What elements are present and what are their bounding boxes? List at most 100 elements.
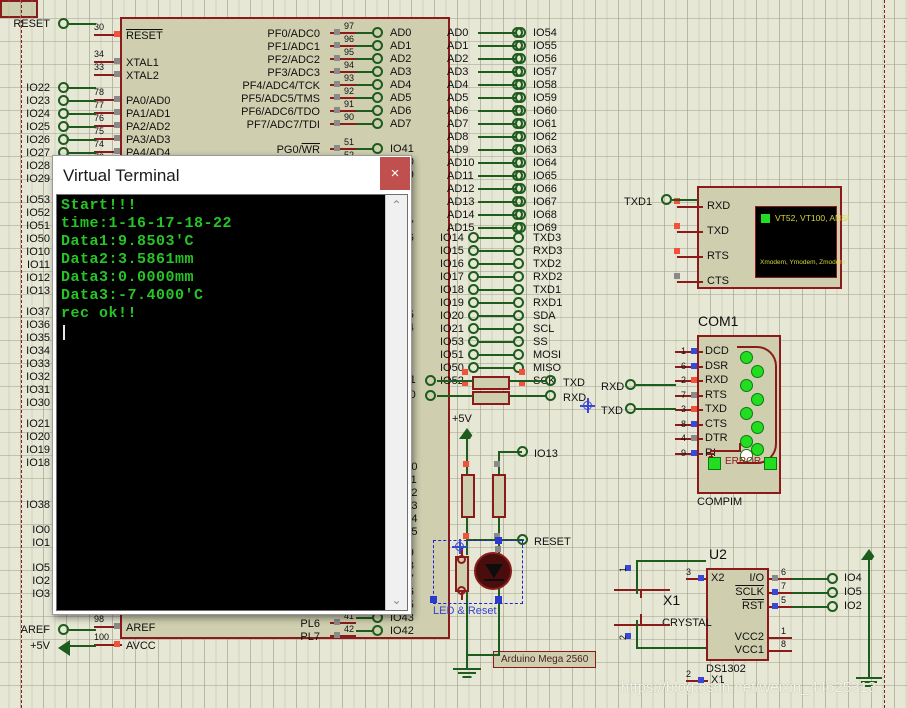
virtual-terminal-titlebar[interactable]: Virtual Terminal × (53, 156, 411, 194)
net-terminal-u2[interactable] (827, 573, 838, 584)
net-terminal-col-a[interactable] (372, 79, 383, 90)
net-terminal-col-a[interactable] (372, 40, 383, 51)
net-terminal-txd-mid[interactable] (545, 375, 556, 386)
net-terminal-left[interactable] (58, 121, 69, 132)
sel-handle-tr[interactable] (495, 537, 502, 544)
com1-pin-pad (691, 377, 697, 383)
net-terminal-col-c[interactable] (515, 92, 526, 103)
net-terminal-serial-right[interactable] (513, 232, 524, 243)
net-terminal-col-c[interactable] (515, 144, 526, 155)
sel-handle-bl[interactable] (430, 596, 437, 603)
net-terminal-col-c[interactable] (515, 79, 526, 90)
net-terminal-serial-left[interactable] (468, 349, 479, 360)
schematic-canvas[interactable]: 30 RESET 34 XTAL1 33 XTAL2 78 PA0/AD0 77 PA1/AD1 7… (0, 0, 907, 708)
net-terminal-col-c[interactable] (515, 183, 526, 194)
net-terminal-col-a[interactable] (372, 105, 383, 116)
sel-handle-br[interactable] (495, 596, 502, 603)
resistor-rxd[interactable] (472, 391, 510, 405)
net-label-serial-left: IO51 (440, 349, 464, 361)
net-terminal-col-c[interactable] (515, 105, 526, 116)
net-label-serial-left: IO18 (440, 284, 464, 296)
net-terminal-col-c[interactable] (515, 118, 526, 129)
net-terminal-col-a[interactable] (372, 53, 383, 64)
net-wire-col-c (499, 110, 516, 112)
net-terminal-col-c[interactable] (515, 27, 526, 38)
net-terminal-left[interactable] (58, 624, 69, 635)
net-terminal-col-c[interactable] (515, 209, 526, 220)
net-wire-serial (479, 263, 514, 265)
net-terminal-col-a[interactable] (372, 66, 383, 77)
net-label-serial-left: IO50 (440, 362, 464, 374)
vt-pin-label: CTS (707, 275, 729, 287)
net-terminal-col-c[interactable] (515, 53, 526, 64)
net-terminal-left[interactable] (58, 108, 69, 119)
net-terminal-serial-right[interactable] (513, 336, 524, 347)
net-label-col-c: IO55 (533, 40, 557, 52)
net-terminal-serial-right[interactable] (513, 297, 524, 308)
net-terminal-serial-right[interactable] (513, 271, 524, 282)
net-terminal-left[interactable] (58, 95, 69, 106)
net-terminal-col-c[interactable] (515, 196, 526, 207)
net-terminal-serial-left[interactable] (468, 232, 479, 243)
net-terminal-col-a[interactable] (372, 625, 383, 636)
net-terminal-serial-left[interactable] (468, 362, 479, 373)
net-terminal-io1b[interactable] (425, 375, 436, 386)
net-label-col-b: AD2 (447, 53, 469, 65)
net-terminal-serial-left[interactable] (468, 323, 479, 334)
net-terminal-serial-left[interactable] (468, 284, 479, 295)
net-wire-left (69, 23, 96, 25)
net-terminal-serial-left[interactable] (468, 271, 479, 282)
net-terminal-col-c[interactable] (515, 157, 526, 168)
net-terminal-serial-left[interactable] (468, 310, 479, 321)
net-terminal-serial-left[interactable] (468, 297, 479, 308)
chevron-up-icon[interactable]: ⌃ (386, 195, 407, 215)
net-terminal-serial-right[interactable] (513, 349, 524, 360)
net-label-left: IO52 (26, 207, 50, 219)
net-terminal-u2[interactable] (827, 587, 838, 598)
terminal-body[interactable]: Start!!! time:1-16-17-18-22 Data1:9.8503'C… (56, 194, 408, 611)
net-terminal-serial-right[interactable] (513, 310, 524, 321)
net-terminal-io13[interactable] (517, 446, 528, 457)
net-label-col-c: IO61 (533, 118, 557, 130)
net-terminal-serial-left[interactable] (468, 245, 479, 256)
net-terminal-rxd-com[interactable] (625, 379, 636, 390)
net-terminal-left[interactable] (58, 18, 69, 29)
net-terminal-col-c[interactable] (515, 170, 526, 181)
net-wire-col-c (499, 45, 516, 47)
resistor-txd[interactable] (472, 376, 510, 390)
terminal-output[interactable]: Start!!! time:1-16-17-18-22 Data1:9.8503'C… (57, 195, 386, 610)
net-terminal-txd1[interactable] (661, 194, 672, 205)
net-terminal-serial-left[interactable] (468, 336, 479, 347)
net-terminal-col-a[interactable] (372, 143, 383, 154)
com1-compim-device[interactable]: ERROR DCD1DSR6RXD2RTS7TXD3CTS8DTR4RI9 (675, 335, 781, 494)
net-terminal-col-a[interactable] (372, 27, 383, 38)
virtual-terminal-device[interactable]: VT52, VT100, ANSI Xmodem, Ymodem, Zmodem… (674, 186, 849, 289)
terminal-scrollbar[interactable]: ⌃ ⌄ (385, 195, 407, 610)
net-terminal-col-a[interactable] (372, 118, 383, 129)
virtual-terminal-window[interactable]: Virtual Terminal × Start!!! time:1-16-17-… (52, 155, 412, 615)
net-terminal-serial-right[interactable] (513, 284, 524, 295)
net-terminal-u2[interactable] (827, 601, 838, 612)
net-terminal-left[interactable] (58, 134, 69, 145)
u2-right-pin-wire (768, 637, 792, 639)
net-terminal-col-a[interactable] (372, 92, 383, 103)
net-terminal-serial-right[interactable] (513, 258, 524, 269)
resistor-r2[interactable] (492, 474, 506, 518)
net-terminal-serial-right[interactable] (513, 323, 524, 334)
led-component[interactable] (474, 552, 512, 590)
net-terminal-col-c[interactable] (515, 131, 526, 142)
net-terminal-serial-left[interactable] (468, 258, 479, 269)
net-terminal-io0b[interactable] (425, 390, 436, 401)
net-terminal-col-c[interactable] (515, 222, 526, 233)
net-terminal-serial-right[interactable] (513, 245, 524, 256)
net-terminal-rxd-mid[interactable] (545, 390, 556, 401)
net-terminal-txd-com[interactable] (625, 403, 636, 414)
com1-title: COM1 (698, 313, 739, 329)
net-label-left: IO23 (26, 95, 50, 107)
net-terminal-left[interactable] (58, 82, 69, 93)
close-icon[interactable]: × (380, 157, 410, 190)
net-terminal-col-c[interactable] (515, 40, 526, 51)
net-terminal-col-c[interactable] (515, 66, 526, 77)
chevron-down-icon[interactable]: ⌄ (386, 590, 407, 610)
resistor-r1[interactable] (461, 474, 475, 518)
